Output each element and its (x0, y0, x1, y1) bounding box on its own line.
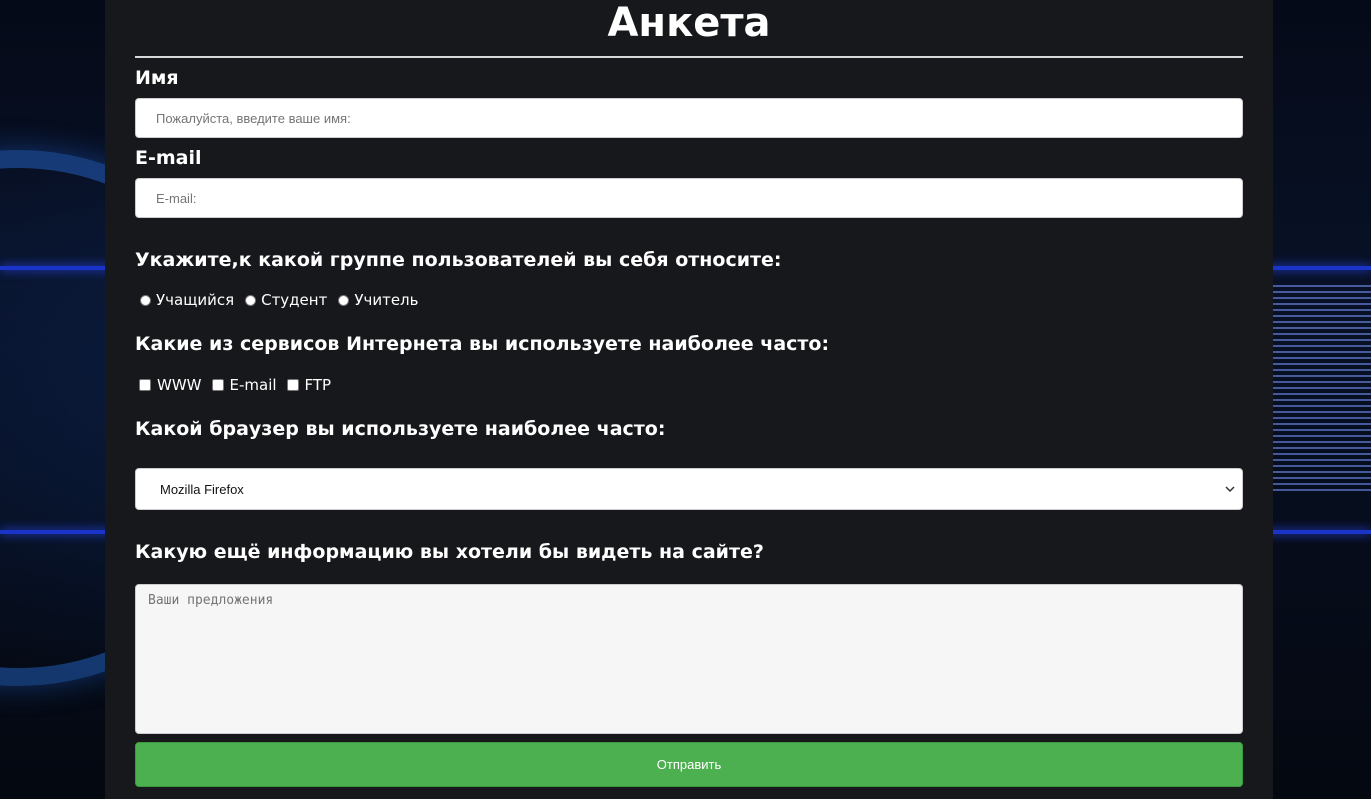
group-question: Укажите,к какой группе пользователей вы … (135, 249, 782, 271)
browser-question: Какой браузер вы используете наиболее ча… (135, 418, 666, 440)
suggestions-question: Какую ещё информацию вы хотели бы видеть… (135, 541, 764, 563)
submit-button[interactable]: Отправить (135, 742, 1243, 787)
title-divider (135, 56, 1243, 58)
page-title: Анкета (607, 0, 771, 46)
radio-button[interactable] (245, 294, 257, 306)
radio-option[interactable]: Учащийся (135, 291, 234, 309)
background-stripes (1271, 285, 1371, 495)
checkbox-option[interactable]: E-mail (208, 376, 277, 394)
browser-selected-value: Mozilla Firefox (160, 481, 244, 497)
checkbox-label: FTP (304, 376, 332, 394)
radio-option[interactable]: Учитель (333, 291, 418, 309)
browser-select[interactable]: Mozilla Firefox (135, 468, 1243, 510)
radio-button[interactable] (338, 294, 350, 306)
name-input[interactable] (135, 98, 1243, 138)
radio-button[interactable] (140, 294, 151, 306)
suggestions-textarea[interactable] (135, 584, 1243, 734)
checkbox[interactable] (139, 379, 151, 391)
name-label: Имя (135, 67, 179, 89)
checkbox-option[interactable]: FTP (283, 376, 332, 394)
services-checkbox-group: WWW E-mail FTP (135, 376, 337, 394)
radio-label: Учащийся (156, 291, 235, 309)
chevron-down-icon (1225, 486, 1235, 493)
checkbox[interactable] (211, 379, 224, 391)
radio-label: Студент (261, 291, 328, 309)
radio-label: Учитель (354, 291, 419, 309)
checkbox[interactable] (286, 379, 299, 391)
checkbox-label: WWW (157, 376, 202, 394)
email-label: E-mail (135, 147, 202, 169)
group-radio-group: Учащийся Студент Учитель (135, 291, 424, 309)
services-question: Какие из сервисов Интернета вы используе… (135, 333, 830, 355)
radio-option[interactable]: Студент (240, 291, 327, 309)
survey-panel: Анкета Имя E-mail Укажите,к какой группе… (105, 0, 1273, 799)
checkbox-option[interactable]: WWW (135, 376, 202, 394)
email-input[interactable] (135, 178, 1243, 218)
checkbox-label: E-mail (229, 376, 277, 394)
